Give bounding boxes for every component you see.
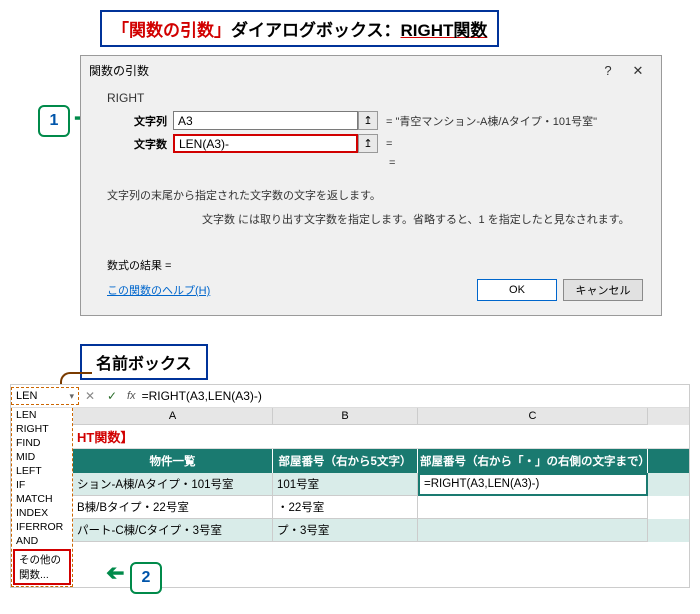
arg2-ref-icon[interactable]: ↥ [358,134,378,153]
dialog-title: 関数の引数 [89,62,593,79]
formula-bar: LEN ▾ ✕ ✓ fx [11,385,689,408]
step-badge-1: 1 [38,105,70,137]
cell[interactable]: パート-C棟/Cタイプ・3号室 [73,519,273,542]
dialog-header: 関数の引数 ? ✕ [81,56,661,85]
function-arguments-dialog: 関数の引数 ? ✕ RIGHT 文字列 ↥ = "青空マンション-A棟/Aタイプ… [80,55,662,316]
cell[interactable] [418,519,648,542]
formula-cancel-icon[interactable]: ✕ [79,389,101,403]
func-item[interactable]: RIGHT [12,422,72,436]
func-item[interactable]: LEFT [12,464,72,478]
eq-only: = [381,157,395,169]
col-header[interactable]: B [273,408,418,425]
arg1-result: = "青空マンション-A棟/Aタイプ・101号室" [378,113,597,129]
formula-result: 数式の結果 = [107,257,643,273]
cell[interactable]: ション-A棟/Aタイプ・101号室 [73,473,273,496]
callout-dialog-title: 「関数の引数」ダイアログボックス：RIGHT関数 [100,10,499,47]
function-name: RIGHT [107,91,643,105]
fx-icon[interactable]: fx [123,390,140,402]
callout-part1: 「関数の引数」 [112,21,231,40]
func-item[interactable]: FIND [12,436,72,450]
col-header[interactable]: A [73,408,273,425]
cell[interactable]: プ・3号室 [273,519,418,542]
cell[interactable]: B棟/Bタイプ・22号室 [73,496,273,519]
cell[interactable]: ・22号室 [273,496,418,519]
formula-enter-icon[interactable]: ✓ [101,389,123,403]
cancel-button[interactable]: キャンセル [563,279,643,301]
callout-namebox: 名前ボックス [80,344,208,380]
callout-part2: ダイアログボックス： [231,21,401,40]
desc-sub: 文字数 には取り出す文字数を指定します。省略すると、1 を指定したと見なされます… [202,211,643,227]
worksheet[interactable]: A B C HT関数】 物件一覧 部屋番号（右から5文字） 部屋番号（右から「・… [73,408,689,587]
arg1-ref-icon[interactable]: ↥ [358,111,378,130]
arg1-label: 文字列 [107,113,173,129]
th: 物件一覧 [73,449,273,473]
other-functions-item[interactable]: その他の関数... [13,549,71,585]
func-item[interactable]: LEN [12,408,72,422]
cell[interactable]: 101号室 [273,473,418,496]
active-cell[interactable]: =RIGHT(A3,LEN(A3)-) [418,473,648,496]
name-box[interactable]: LEN ▾ [11,387,79,405]
table-header: 物件一覧 部屋番号（右から5文字） 部屋番号（右から「・」の右側の文字まで） [73,449,689,473]
step-arrow-2: ➔ [106,560,124,586]
function-dropdown[interactable]: LEN RIGHT FIND MID LEFT IF MATCH INDEX I… [11,408,73,587]
name-box-value: LEN [16,390,37,402]
arg2-input[interactable] [173,134,358,153]
func-item[interactable]: AND [12,534,72,548]
th: 部屋番号（右から「・」の右側の文字まで） [418,449,648,473]
th: 部屋番号（右から5文字） [273,449,418,473]
col-header[interactable]: C [418,408,648,425]
table-row[interactable]: B棟/Bタイプ・22号室 ・22号室 [73,496,689,519]
help-icon[interactable]: ? [593,63,623,78]
table-row[interactable]: ション-A棟/Aタイプ・101号室 101号室 =RIGHT(A3,LEN(A3… [73,473,689,496]
func-item[interactable]: IF [12,478,72,492]
func-item[interactable]: MATCH [12,492,72,506]
chevron-down-icon[interactable]: ▾ [69,391,74,402]
func-item[interactable]: MID [12,450,72,464]
sheet-title-cropped: HT関数】 [73,425,689,449]
arg2-label: 文字数 [134,139,167,151]
cell[interactable] [418,496,648,519]
table-row[interactable]: パート-C棟/Cタイプ・3号室 プ・3号室 [73,519,689,542]
help-link[interactable]: この関数のヘルプ(H) [107,282,471,298]
step-badge-2: 2 [130,562,162,594]
func-item[interactable]: INDEX [12,506,72,520]
formula-input[interactable] [140,385,689,407]
close-icon[interactable]: ✕ [623,63,653,79]
func-item[interactable]: IFERROR [12,520,72,534]
excel-area: LEN ▾ ✕ ✓ fx LEN RIGHT FIND MID LEFT IF … [10,384,690,588]
ok-button[interactable]: OK [477,279,557,301]
desc-main: 文字列の末尾から指定された文字数の文字を返します。 [107,187,643,203]
arg2-result: = [378,138,392,150]
callout-part3: RIGHT関数 [401,21,488,40]
column-headers: A B C [73,408,689,425]
arg1-input[interactable] [173,111,358,130]
